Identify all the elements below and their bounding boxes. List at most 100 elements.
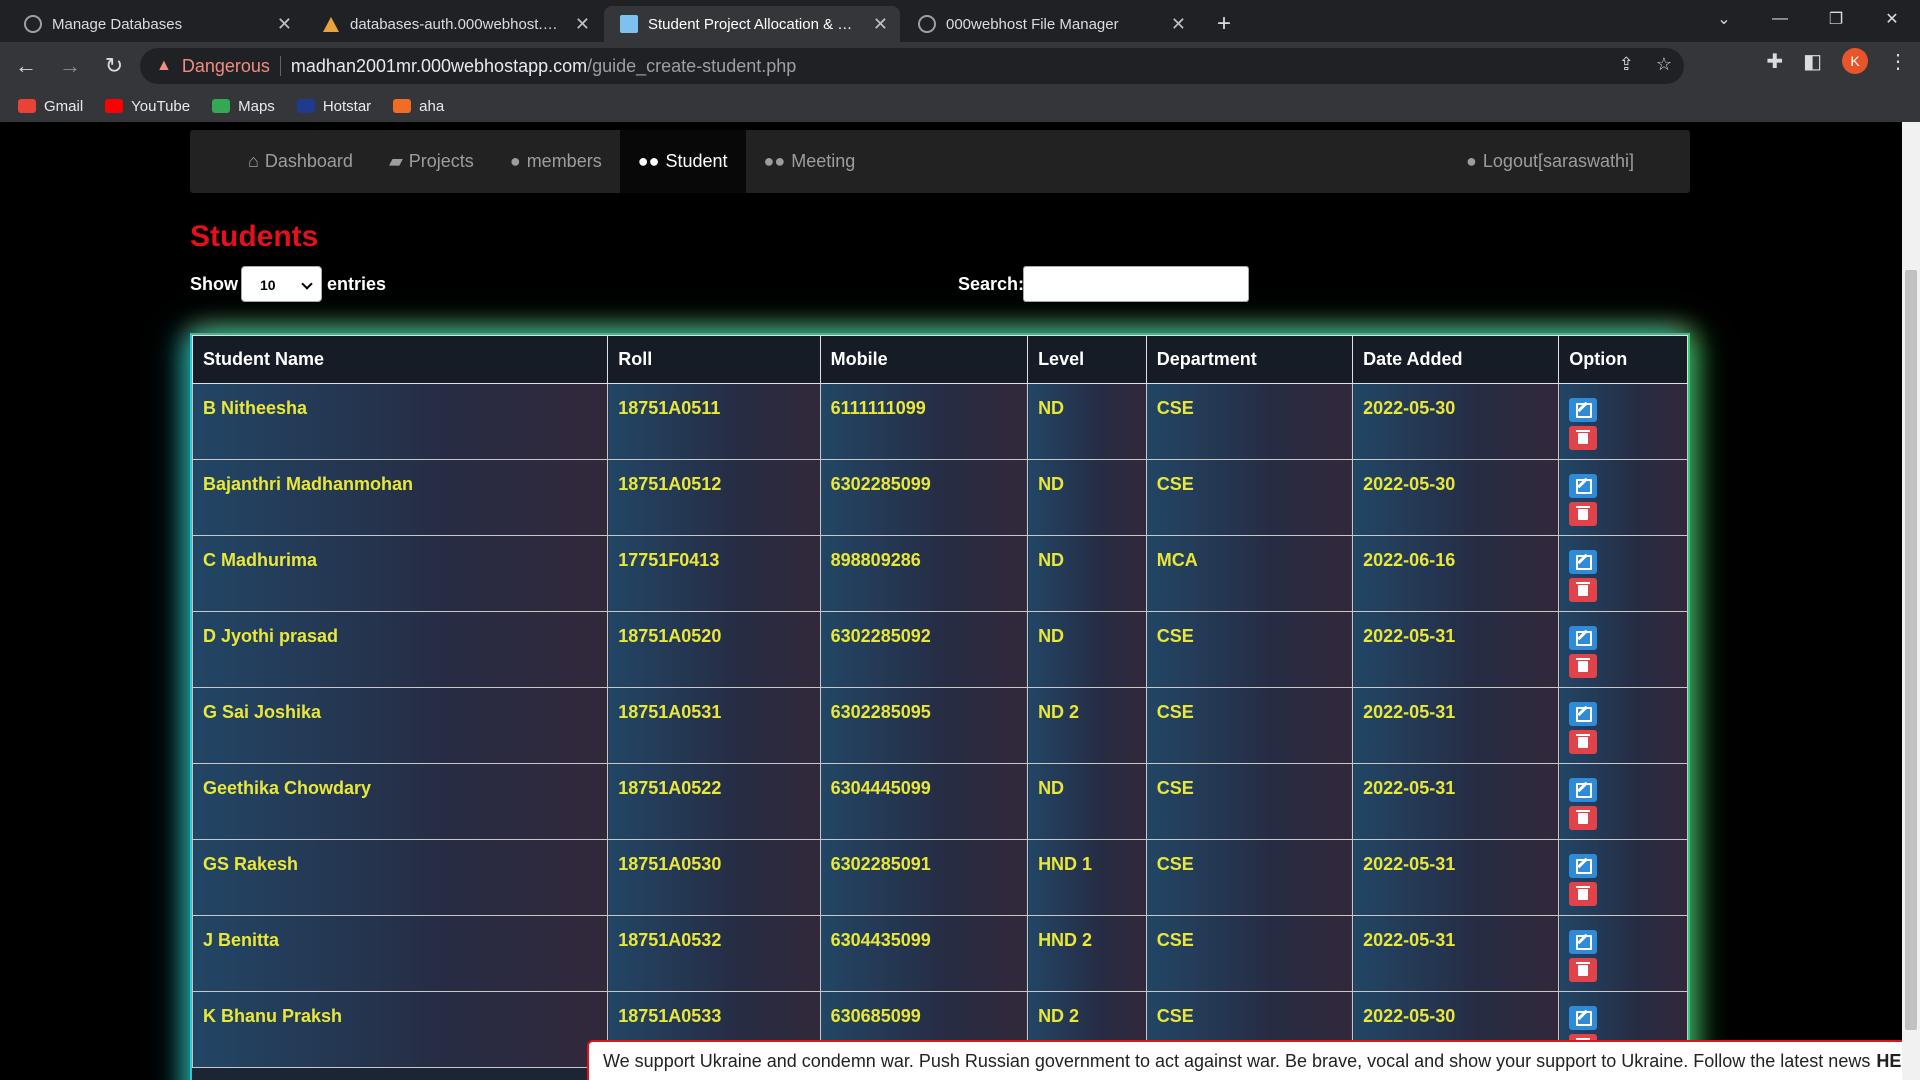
delete-icon[interactable]	[1569, 578, 1598, 602]
table-header-row: Student Name Roll Mobile Level Departmen…	[191, 335, 1688, 384]
nav-meeting[interactable]: ●● Meeting	[746, 130, 874, 193]
column-header[interactable]: Department	[1145, 335, 1354, 384]
cell-student-name: GS Rakesh	[191, 839, 609, 916]
edit-icon[interactable]	[1569, 398, 1598, 422]
delete-icon[interactable]	[1569, 958, 1598, 982]
aha-icon	[393, 99, 412, 113]
close-tab-icon[interactable]: ✕	[277, 14, 292, 35]
cell-mobile: 6302285095	[819, 687, 1029, 764]
cell-date-added: 2022-05-31	[1352, 611, 1560, 688]
column-header[interactable]: Student Name	[191, 335, 609, 384]
site-navbar: ⌂ Dashboard ▰ Projects ● members ●● Stud…	[190, 130, 1690, 193]
menu-icon[interactable]: ⋮	[1888, 49, 1908, 74]
cell-student-name: K Bhanu Praksh	[191, 991, 609, 1068]
nav-dashboard[interactable]: ⌂ Dashboard	[230, 130, 371, 193]
users-icon: ●●	[763, 151, 786, 171]
browser-tab[interactable]: 000webhost File Manager ✕	[902, 6, 1198, 42]
table-row: Geethika Chowdary 18751A0522 6304445099 …	[191, 763, 1688, 840]
profile-avatar[interactable]: K	[1842, 48, 1868, 74]
delete-icon[interactable]	[1569, 882, 1598, 906]
browser-tab[interactable]: databases-auth.000webhost.com ✕	[306, 6, 602, 42]
tab-search-icon[interactable]: ⌄	[1696, 0, 1752, 38]
cell-roll: 17751F0413	[607, 535, 821, 612]
back-icon[interactable]: ←	[8, 48, 44, 84]
column-header[interactable]: Date Added	[1352, 335, 1560, 384]
delete-icon[interactable]	[1569, 730, 1598, 754]
address-bar[interactable]: ▲ Dangerous madhan2001mr.000webhostapp.c…	[140, 48, 1684, 84]
cell-date-added: 2022-05-31	[1352, 915, 1560, 992]
bookmark-hotstar[interactable]: Hotstar	[296, 98, 371, 115]
column-header[interactable]: Mobile	[819, 335, 1029, 384]
cell-level: HND 1	[1027, 839, 1147, 916]
delete-icon[interactable]	[1569, 806, 1598, 830]
close-tab-icon[interactable]: ✕	[1171, 14, 1186, 35]
edit-icon[interactable]	[1569, 626, 1598, 650]
extensions-icon[interactable]: ✚	[1766, 49, 1783, 74]
nav-student[interactable]: ●● Student	[619, 130, 746, 193]
browser-tab-active[interactable]: Student Project Allocation & Man ✕	[604, 6, 900, 42]
scrollbar-thumb[interactable]	[1905, 270, 1917, 1030]
side-panel-icon[interactable]: ◧	[1803, 49, 1822, 74]
cell-option	[1558, 687, 1688, 764]
tab-title: 000webhost File Manager	[946, 15, 1119, 33]
edit-icon[interactable]	[1569, 778, 1598, 802]
nav-logout[interactable]: ● Logout[saraswathi]	[1448, 130, 1652, 193]
close-tab-icon[interactable]: ✕	[575, 14, 590, 35]
browser-tab[interactable]: Manage Databases ✕	[8, 6, 304, 42]
edit-icon[interactable]	[1569, 1006, 1598, 1030]
warning-icon[interactable]: ▲	[156, 57, 172, 75]
table-row: D Jyothi prasad 18751A0520 6302285092 ND…	[191, 611, 1688, 688]
globe-icon	[24, 15, 42, 33]
logout-label: Logout[saraswathi]	[1482, 151, 1634, 171]
bookmark-aha[interactable]: aha	[393, 98, 444, 115]
edit-icon[interactable]	[1569, 474, 1598, 498]
edit-icon[interactable]	[1569, 702, 1598, 726]
restore-icon[interactable]: ❐	[1808, 0, 1864, 38]
cell-student-name: Geethika Chowdary	[191, 763, 609, 840]
close-tab-icon[interactable]: ✕	[873, 14, 888, 35]
edit-icon[interactable]	[1569, 930, 1598, 954]
column-header[interactable]: Level	[1027, 335, 1147, 384]
cell-mobile: 898809286	[819, 535, 1029, 612]
bookmark-star-icon[interactable]: ☆	[1656, 54, 1672, 75]
column-header[interactable]: Option	[1558, 335, 1688, 384]
bookmark-maps[interactable]: Maps	[212, 98, 275, 115]
cell-department: CSE	[1145, 687, 1354, 764]
close-window-icon[interactable]: ✕	[1864, 0, 1920, 38]
cell-student-name: J Benitta	[191, 915, 609, 992]
column-header[interactable]: Roll	[607, 335, 821, 384]
table-row: Bajanthri Madhanmohan 18751A0512 6302285…	[191, 459, 1688, 536]
share-icon[interactable]: ⇪	[1619, 54, 1634, 75]
cell-roll: 18751A0512	[607, 459, 821, 536]
forward-icon[interactable]: →	[52, 48, 88, 84]
cell-level: ND	[1027, 459, 1147, 536]
table-row: C Madhurima 17751F0413 898809286 ND MCA …	[191, 535, 1688, 612]
search-input[interactable]	[1023, 266, 1249, 302]
edit-icon[interactable]	[1569, 550, 1598, 574]
cell-roll: 18751A0511	[607, 383, 821, 460]
cell-date-added: 2022-05-31	[1352, 763, 1560, 840]
delete-icon[interactable]	[1569, 502, 1598, 526]
new-tab-icon[interactable]: +	[1206, 6, 1242, 42]
cell-level: HND 2	[1027, 915, 1147, 992]
reload-icon[interactable]: ↻	[96, 48, 132, 84]
search-label: Search:	[958, 274, 1025, 294]
cell-student-name: C Madhurima	[191, 535, 609, 612]
delete-icon[interactable]	[1569, 654, 1598, 678]
bookmark-youtube[interactable]: YouTube	[105, 98, 190, 115]
cell-option	[1558, 459, 1688, 536]
user-icon: ●	[1466, 151, 1477, 171]
cell-mobile: 6304445099	[819, 763, 1029, 840]
security-warning[interactable]: Dangerous	[182, 56, 270, 77]
delete-icon[interactable]	[1569, 426, 1598, 450]
banner-link[interactable]: HERE	[1876, 1051, 1902, 1072]
cell-student-name: G Sai Joshika	[191, 687, 609, 764]
nav-members[interactable]: ● members	[492, 130, 620, 193]
page-size-select[interactable]: 10	[241, 266, 322, 302]
page-scrollbar[interactable]	[1902, 122, 1920, 1080]
bookmark-gmail[interactable]: Gmail	[18, 98, 83, 115]
minimize-icon[interactable]: —	[1752, 0, 1808, 38]
nav-projects[interactable]: ▰ Projects	[371, 130, 492, 193]
bookmark-label: aha	[419, 97, 445, 115]
edit-icon[interactable]	[1569, 854, 1598, 878]
